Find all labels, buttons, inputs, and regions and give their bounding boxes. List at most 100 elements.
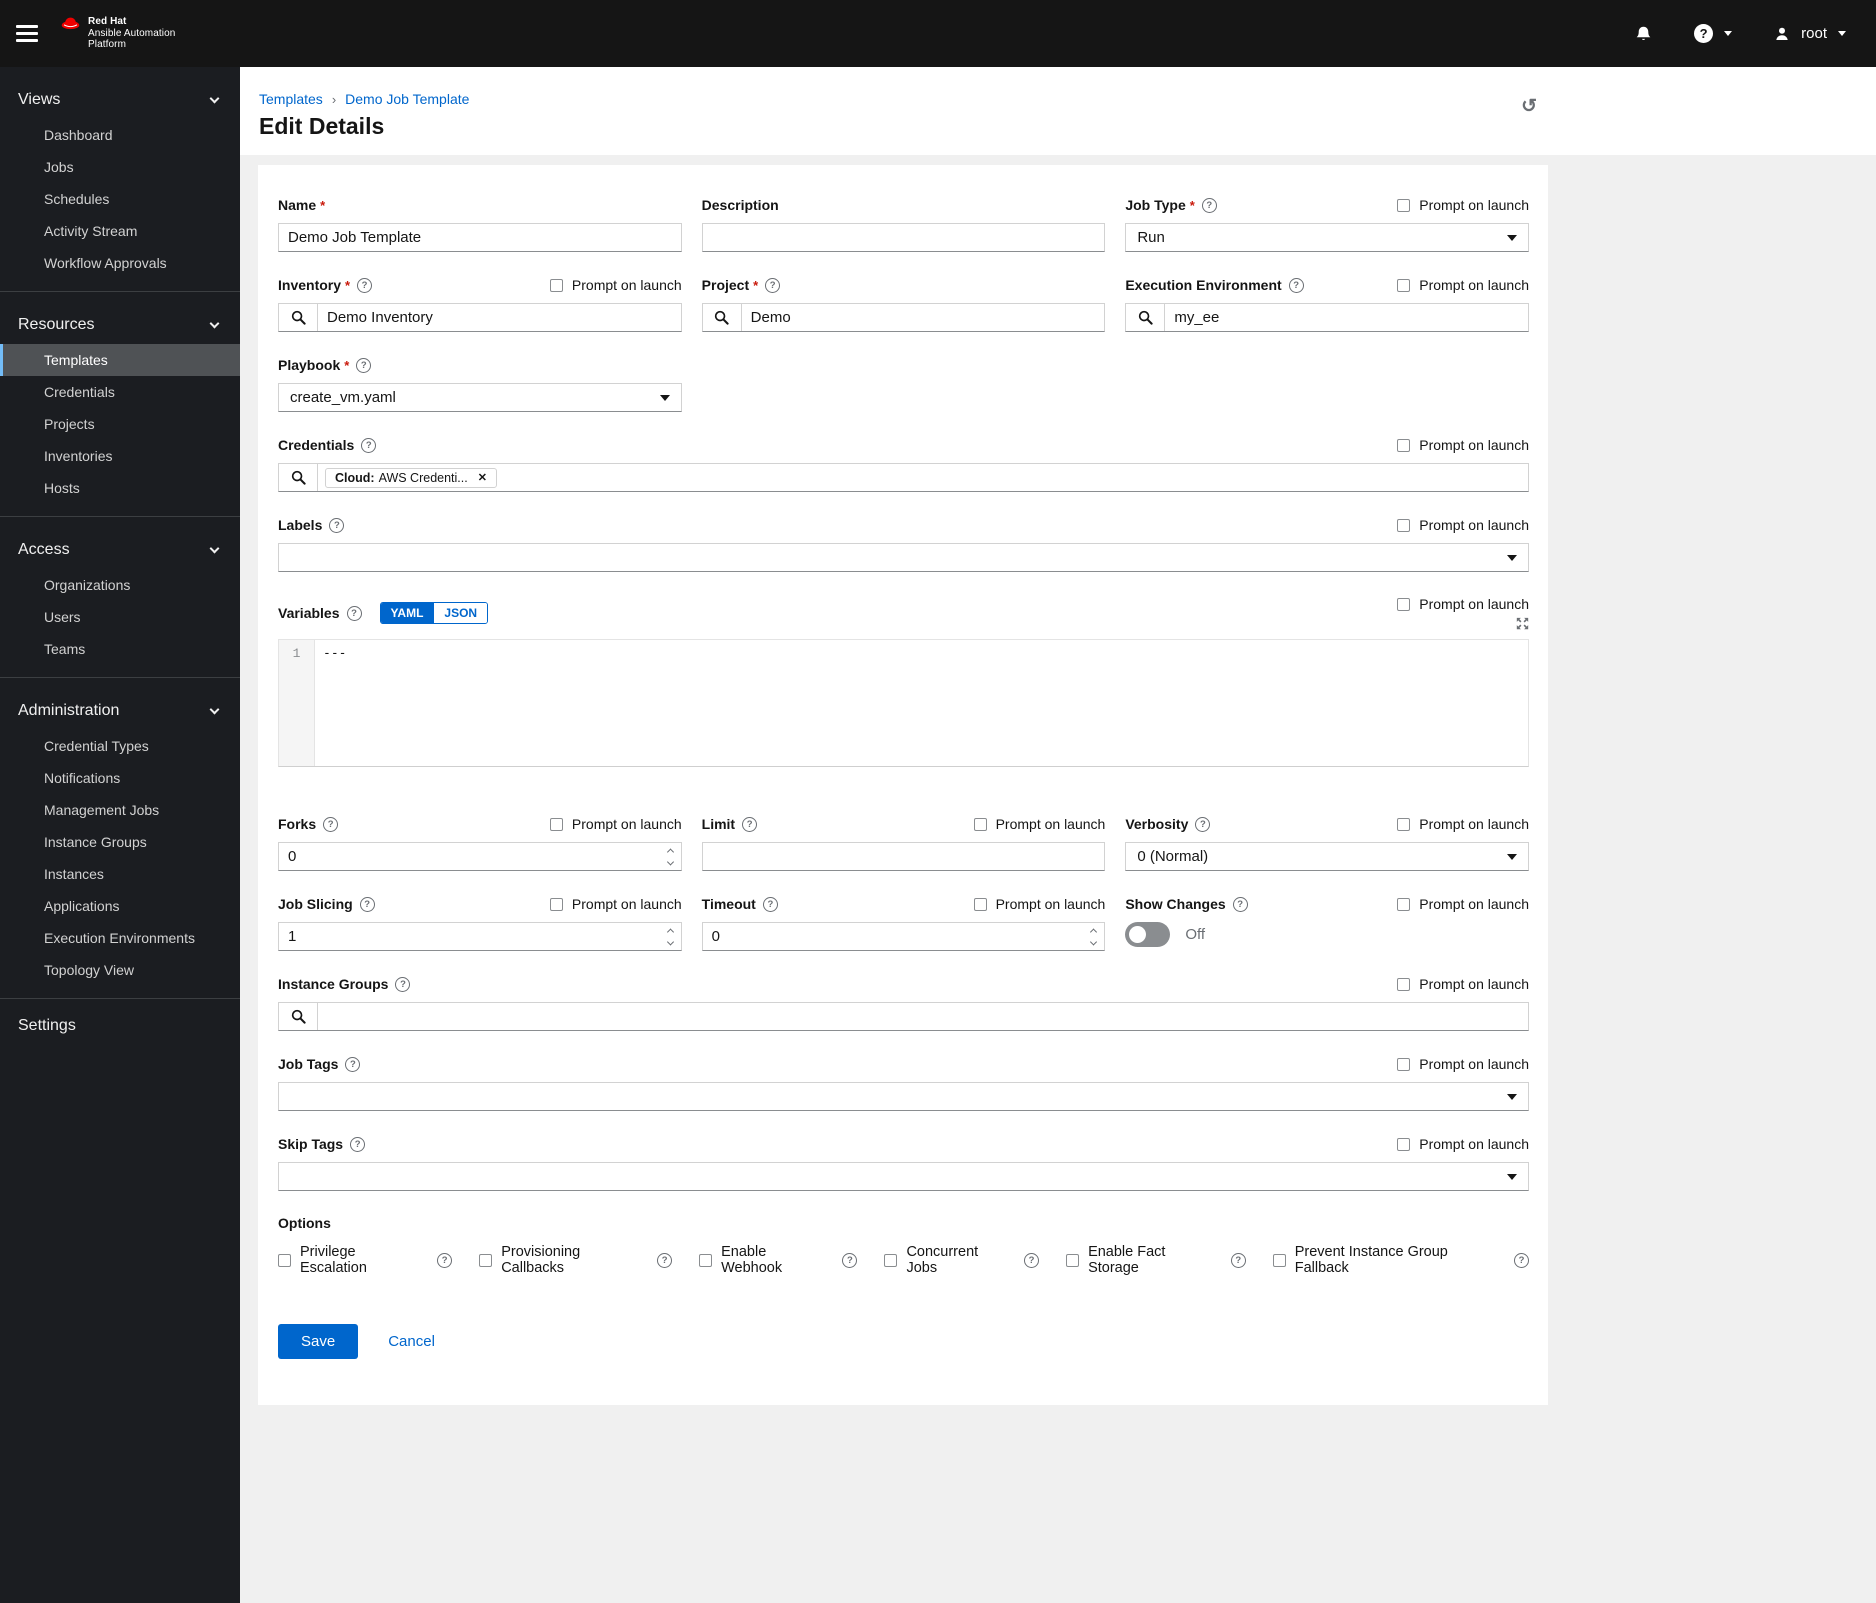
help-icon[interactable]: ? (395, 976, 411, 992)
prompt-on-launch-checkbox[interactable]: Prompt on launch (549, 816, 682, 832)
sidebar-item-topology-view[interactable]: Topology View (0, 954, 240, 986)
checkbox-icon[interactable] (1397, 278, 1411, 292)
sidebar-item-organizations[interactable]: Organizations (0, 569, 240, 601)
stepper-up-icon[interactable] (666, 927, 674, 936)
breadcrumb-link-current[interactable]: Demo Job Template (345, 91, 469, 107)
stepper-down-icon[interactable] (1090, 937, 1098, 946)
execution-environment-input[interactable] (1165, 304, 1528, 331)
sidebar-item-credential-types[interactable]: Credential Types (0, 730, 240, 762)
help-icon[interactable]: ? (1288, 277, 1304, 293)
nav-toggle-icon[interactable] (16, 25, 38, 42)
inventory-input[interactable] (318, 304, 681, 331)
checkbox-icon[interactable] (549, 278, 563, 292)
option-prevent-instance-group-fallback[interactable]: Prevent Instance Group Fallback ? (1272, 1244, 1530, 1276)
checkbox-icon[interactable] (1397, 518, 1411, 532)
checkbox-icon[interactable] (1397, 1137, 1411, 1151)
instance-groups-input[interactable] (318, 1003, 1528, 1030)
sidebar-item-instance-groups[interactable]: Instance Groups (0, 826, 240, 858)
sidebar-item-schedules[interactable]: Schedules (0, 183, 240, 215)
checkbox-icon[interactable] (549, 817, 563, 831)
sidebar-item-templates[interactable]: Templates (0, 344, 240, 376)
number-stepper[interactable] (666, 927, 674, 946)
checkbox-icon[interactable] (1066, 1253, 1080, 1267)
search-icon[interactable] (279, 1003, 318, 1030)
help-icon[interactable]: ? (1024, 1252, 1040, 1268)
playbook-select[interactable]: create_vm.yaml (278, 383, 682, 412)
search-icon[interactable] (279, 464, 318, 491)
help-icon[interactable]: ? (1232, 896, 1248, 912)
stepper-up-icon[interactable] (1090, 927, 1098, 936)
labels-select[interactable] (278, 543, 1529, 572)
help-icon[interactable]: ? (1514, 1252, 1530, 1268)
description-input[interactable] (701, 223, 1106, 252)
help-icon[interactable]: ? (346, 605, 362, 621)
prompt-on-launch-checkbox[interactable]: Prompt on launch (973, 816, 1105, 832)
sidebar-section-views[interactable]: Views (0, 81, 240, 119)
expand-icon[interactable] (1516, 617, 1529, 630)
prompt-on-launch-checkbox[interactable]: Prompt on launch (549, 896, 682, 912)
sidebar-section-access[interactable]: Access (0, 531, 240, 569)
search-icon[interactable] (702, 304, 742, 331)
yaml-toggle-button[interactable]: YAML (380, 603, 434, 623)
prompt-on-launch-checkbox[interactable]: Prompt on launch (549, 277, 682, 293)
chip-remove-icon[interactable]: ✕ (478, 471, 487, 484)
option-concurrent-jobs[interactable]: Concurrent Jobs ? (884, 1244, 1040, 1276)
prompt-on-launch-checkbox[interactable]: Prompt on launch (1397, 277, 1529, 293)
help-icon[interactable]: ? (742, 816, 758, 832)
number-stepper[interactable] (666, 847, 674, 866)
search-icon[interactable] (279, 304, 318, 331)
help-icon[interactable]: ? (657, 1252, 673, 1268)
search-icon[interactable] (1126, 304, 1166, 331)
help-icon[interactable]: ? (762, 896, 778, 912)
stepper-down-icon[interactable] (666, 937, 674, 946)
checkbox-icon[interactable] (973, 897, 987, 911)
help-icon[interactable]: ? (765, 277, 781, 293)
help-icon[interactable]: ? (323, 816, 339, 832)
prompt-on-launch-checkbox[interactable]: Prompt on launch (1397, 517, 1529, 533)
notifications-button[interactable] (1635, 25, 1652, 43)
prompt-on-launch-checkbox[interactable]: Prompt on launch (1397, 816, 1529, 832)
prompt-on-launch-checkbox[interactable]: Prompt on launch (1397, 197, 1529, 213)
number-stepper[interactable] (1090, 927, 1098, 946)
checkbox-icon[interactable] (1397, 897, 1411, 911)
prompt-on-launch-checkbox[interactable]: Prompt on launch (1397, 1056, 1529, 1072)
checkbox-icon[interactable] (1397, 817, 1411, 831)
sidebar-section-administration[interactable]: Administration (0, 692, 240, 730)
help-icon[interactable]: ? (357, 277, 373, 293)
sidebar-item-notifications[interactable]: Notifications (0, 762, 240, 794)
option-enable-webhook[interactable]: Enable Webhook ? (699, 1244, 858, 1276)
sidebar-item-hosts[interactable]: Hosts (0, 472, 240, 504)
help-icon[interactable]: ? (361, 437, 377, 453)
checkbox-icon[interactable] (1397, 597, 1411, 611)
checkbox-icon[interactable] (1397, 1057, 1411, 1071)
prompt-on-launch-checkbox[interactable]: Prompt on launch (1397, 437, 1529, 453)
checkbox-icon[interactable] (973, 817, 987, 831)
variables-code-editor[interactable]: 1 --- (278, 639, 1529, 767)
job-slicing-input[interactable] (278, 922, 682, 951)
user-menu-button[interactable]: root (1774, 25, 1846, 42)
sidebar-item-applications[interactable]: Applications (0, 890, 240, 922)
skip-tags-select[interactable] (278, 1162, 1529, 1191)
sidebar-item-teams[interactable]: Teams (0, 633, 240, 665)
help-icon[interactable]: ? (437, 1252, 453, 1268)
verbosity-select[interactable]: 0 (Normal) (1125, 842, 1529, 871)
help-icon[interactable]: ? (1195, 816, 1211, 832)
help-icon[interactable]: ? (345, 1056, 361, 1072)
help-icon[interactable]: ? (1230, 1252, 1246, 1268)
option-provisioning-callbacks[interactable]: Provisioning Callbacks ? (479, 1244, 673, 1276)
sidebar-item-activity-stream[interactable]: Activity Stream (0, 215, 240, 247)
stepper-down-icon[interactable] (666, 857, 674, 866)
json-toggle-button[interactable]: JSON (433, 603, 488, 623)
checkbox-icon[interactable] (884, 1253, 898, 1267)
checkbox-icon[interactable] (278, 1253, 291, 1267)
prompt-on-launch-checkbox[interactable]: Prompt on launch (1397, 976, 1529, 992)
help-icon[interactable]: ? (1201, 197, 1217, 213)
prompt-on-launch-checkbox[interactable]: Prompt on launch (973, 896, 1105, 912)
help-icon[interactable]: ? (842, 1252, 858, 1268)
sidebar-item-credentials[interactable]: Credentials (0, 376, 240, 408)
prompt-on-launch-checkbox[interactable]: Prompt on launch (1397, 896, 1529, 912)
show-changes-toggle[interactable] (1125, 922, 1171, 947)
forks-input[interactable] (278, 842, 682, 871)
sidebar-item-inventories[interactable]: Inventories (0, 440, 240, 472)
sidebar-item-dashboard[interactable]: Dashboard (0, 119, 240, 151)
